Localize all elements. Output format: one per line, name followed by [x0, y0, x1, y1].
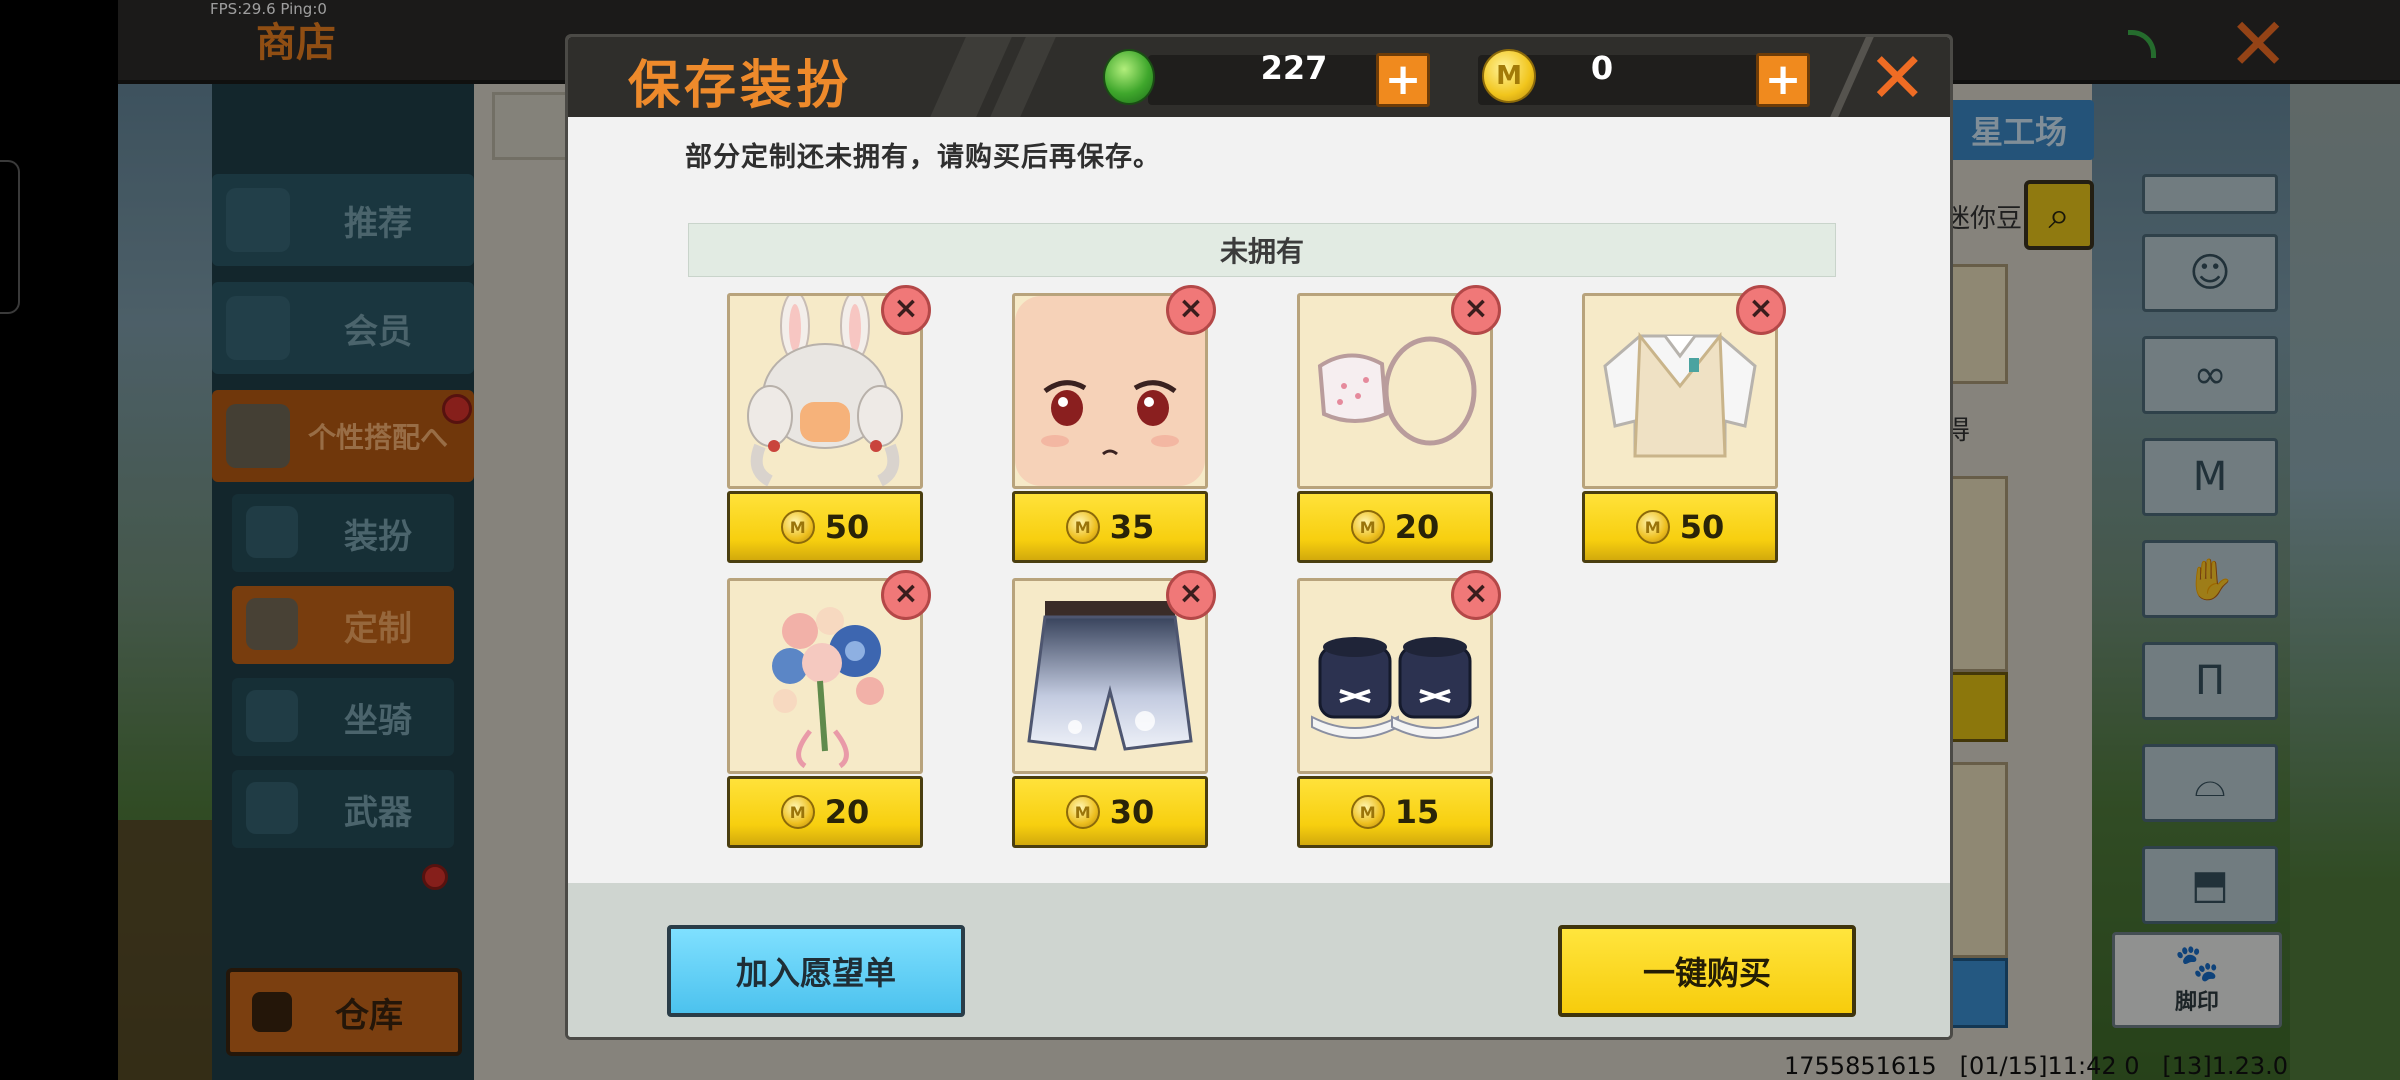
coin-icon: M	[1065, 795, 1100, 829]
unowned-item[interactable]: × M 35	[1012, 285, 1216, 563]
remove-item-button[interactable]: ×	[1166, 285, 1216, 335]
item-price: 50	[824, 508, 870, 546]
section-header: 未拥有	[688, 223, 1836, 277]
phone-edge	[0, 160, 20, 314]
add-coins-button[interactable]: +	[1756, 53, 1810, 107]
item-price: 15	[1394, 793, 1440, 831]
item-price-button[interactable]: M 35	[1012, 491, 1208, 563]
close-icon[interactable]: ✕	[1868, 43, 1927, 113]
coin-icon: M	[1482, 49, 1536, 103]
item-price-button[interactable]: M 50	[1582, 491, 1778, 563]
item-price-button[interactable]: M 20	[727, 776, 923, 848]
add-to-wishlist-button[interactable]: 加入愿望单	[667, 925, 965, 1017]
remove-item-button[interactable]: ×	[1451, 285, 1501, 335]
unowned-item[interactable]: × M 20	[727, 570, 931, 848]
remove-item-button[interactable]: ×	[1451, 570, 1501, 620]
coin-icon: M	[780, 795, 815, 829]
gem-balance: 227	[1260, 49, 1328, 87]
section-title: 未拥有	[1219, 235, 1304, 268]
dialog-title: 保存装扮	[628, 56, 853, 116]
unowned-item[interactable]: × M 50	[1582, 285, 1786, 563]
remove-item-button[interactable]: ×	[881, 285, 931, 335]
coin-icon: M	[1350, 795, 1385, 829]
unowned-item[interactable]: × M 50	[727, 285, 931, 563]
item-price-button[interactable]: M 15	[1297, 776, 1493, 848]
coin-icon: M	[1065, 510, 1100, 544]
item-price-button[interactable]: M 50	[727, 491, 923, 563]
item-price: 35	[1109, 508, 1155, 546]
coin-icon: M	[780, 510, 815, 544]
save-outfit-dialog: 保存装扮 227 + M 0 + ✕ 部分定制还未拥有，请购买后再保存。 未拥有	[565, 34, 1953, 1040]
unowned-item[interactable]: × M 20	[1297, 285, 1501, 563]
item-price-button[interactable]: M 20	[1297, 491, 1493, 563]
item-price: 30	[1109, 793, 1155, 831]
remove-item-button[interactable]: ×	[1166, 570, 1216, 620]
buy-all-button[interactable]: 一键购买	[1558, 925, 1856, 1017]
gem-icon	[1103, 49, 1155, 105]
dialog-header: 保存装扮 227 + M 0 + ✕	[568, 37, 1950, 117]
unowned-item[interactable]: × M 15	[1297, 570, 1501, 848]
dialog-message: 部分定制还未拥有，请购买后再保存。	[685, 142, 1161, 173]
item-price-button[interactable]: M 30	[1012, 776, 1208, 848]
unowned-item[interactable]: × M 30	[1012, 570, 1216, 848]
item-price: 20	[1394, 508, 1440, 546]
coin-balance: 0	[1590, 49, 1614, 87]
remove-item-button[interactable]: ×	[881, 570, 931, 620]
add-gems-button[interactable]: +	[1376, 53, 1430, 107]
remove-item-button[interactable]: ×	[1736, 285, 1786, 335]
coin-icon: M	[1350, 510, 1385, 544]
item-price: 50	[1679, 508, 1725, 546]
coin-icon: M	[1635, 510, 1670, 544]
item-price: 20	[824, 793, 870, 831]
